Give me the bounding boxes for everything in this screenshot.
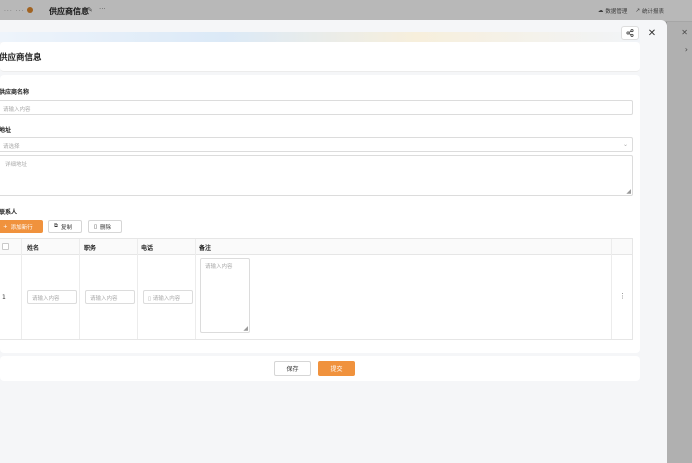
contact-phone-placeholder: 请输入内容 — [152, 296, 181, 302]
modal-header: 供应商信息 — [0, 42, 640, 72]
copy-button[interactable]: ⧉ 复制 — [48, 220, 82, 233]
column-header-title: 职务 — [84, 245, 97, 252]
column-header-name: 姓名 — [27, 245, 40, 252]
address-detail-placeholder: 详细地址 — [5, 162, 28, 168]
supplier-name-input[interactable]: 请输入内容 — [0, 100, 633, 115]
resize-handle-icon[interactable]: ◢ — [243, 325, 248, 332]
delete-label: 删除 — [100, 224, 112, 231]
modal-gradient-bar — [0, 32, 640, 42]
modal-title: 供应商信息 — [0, 53, 42, 63]
column-divider — [21, 239, 22, 339]
address-select-placeholder: 请选择 — [3, 144, 20, 150]
supplier-form: 供应商名称 请输入内容 地址 请选择 ⌄ 详细地址 ◢ 联系人 + 添加新行 ⧉… — [0, 75, 640, 353]
column-divider — [195, 239, 196, 339]
modal-footer: 保存 提交 — [0, 356, 640, 381]
address-detail-textarea[interactable]: 详细地址 ◢ — [0, 155, 633, 196]
column-divider — [79, 239, 80, 339]
share-icon — [626, 29, 634, 37]
row-index: 1 — [2, 294, 6, 301]
row-actions-icon[interactable]: ⋮ — [619, 292, 626, 300]
column-header-note: 备注 — [199, 245, 212, 252]
phone-icon: ▯ — [148, 296, 152, 302]
contact-title-placeholder: 请输入内容 — [90, 296, 118, 302]
close-icon: ✕ — [647, 27, 657, 39]
contacts-label: 联系人 — [0, 209, 18, 216]
contact-title-input[interactable]: 请输入内容 — [85, 290, 135, 304]
submit-button[interactable]: 提交 — [318, 361, 355, 376]
table-header: 姓名 职务 电话 备注 — [0, 239, 632, 255]
plus-icon: + — [3, 223, 8, 230]
contact-phone-input[interactable]: ▯ 请输入内容 — [143, 290, 193, 304]
contact-name-input[interactable]: 请输入内容 — [27, 290, 77, 304]
contact-note-placeholder: 请输入内容 — [205, 264, 233, 270]
add-row-label: 添加新行 — [10, 224, 33, 231]
delete-button[interactable]: ▯ 删除 — [88, 220, 122, 233]
copy-icon: ⧉ — [54, 223, 58, 229]
chevron-down-icon: ⌄ — [622, 141, 628, 148]
supplier-name-placeholder: 请输入内容 — [3, 107, 31, 113]
select-all-checkbox[interactable] — [2, 243, 9, 250]
contact-name-placeholder: 请输入内容 — [32, 296, 60, 302]
address-select[interactable]: 请选择 ⌄ — [0, 137, 633, 152]
column-divider — [611, 239, 612, 339]
resize-handle-icon[interactable]: ◢ — [626, 188, 631, 195]
modal-actions: ✕ — [621, 26, 661, 40]
address-label: 地址 — [0, 127, 12, 134]
close-button[interactable]: ✕ — [643, 26, 661, 40]
copy-label: 复制 — [60, 224, 72, 231]
supplier-modal: ✕ 供应商信息 供应商名称 请输入内容 地址 请选择 ⌄ 详细地址 ◢ 联系人 … — [0, 20, 667, 463]
save-button[interactable]: 保存 — [274, 361, 311, 376]
supplier-name-label: 供应商名称 — [0, 89, 30, 96]
share-button[interactable] — [621, 26, 639, 40]
add-row-button[interactable]: + 添加新行 — [0, 220, 43, 233]
trash-icon: ▯ — [94, 223, 98, 230]
contacts-table: 姓名 职务 电话 备注 1 请输入内容 请输入内容 ▯ 请输入内容 请输入内容 … — [0, 238, 633, 340]
column-header-phone: 电话 — [141, 245, 154, 252]
contact-note-textarea[interactable]: 请输入内容 ◢ — [200, 258, 250, 333]
column-divider — [137, 239, 138, 339]
